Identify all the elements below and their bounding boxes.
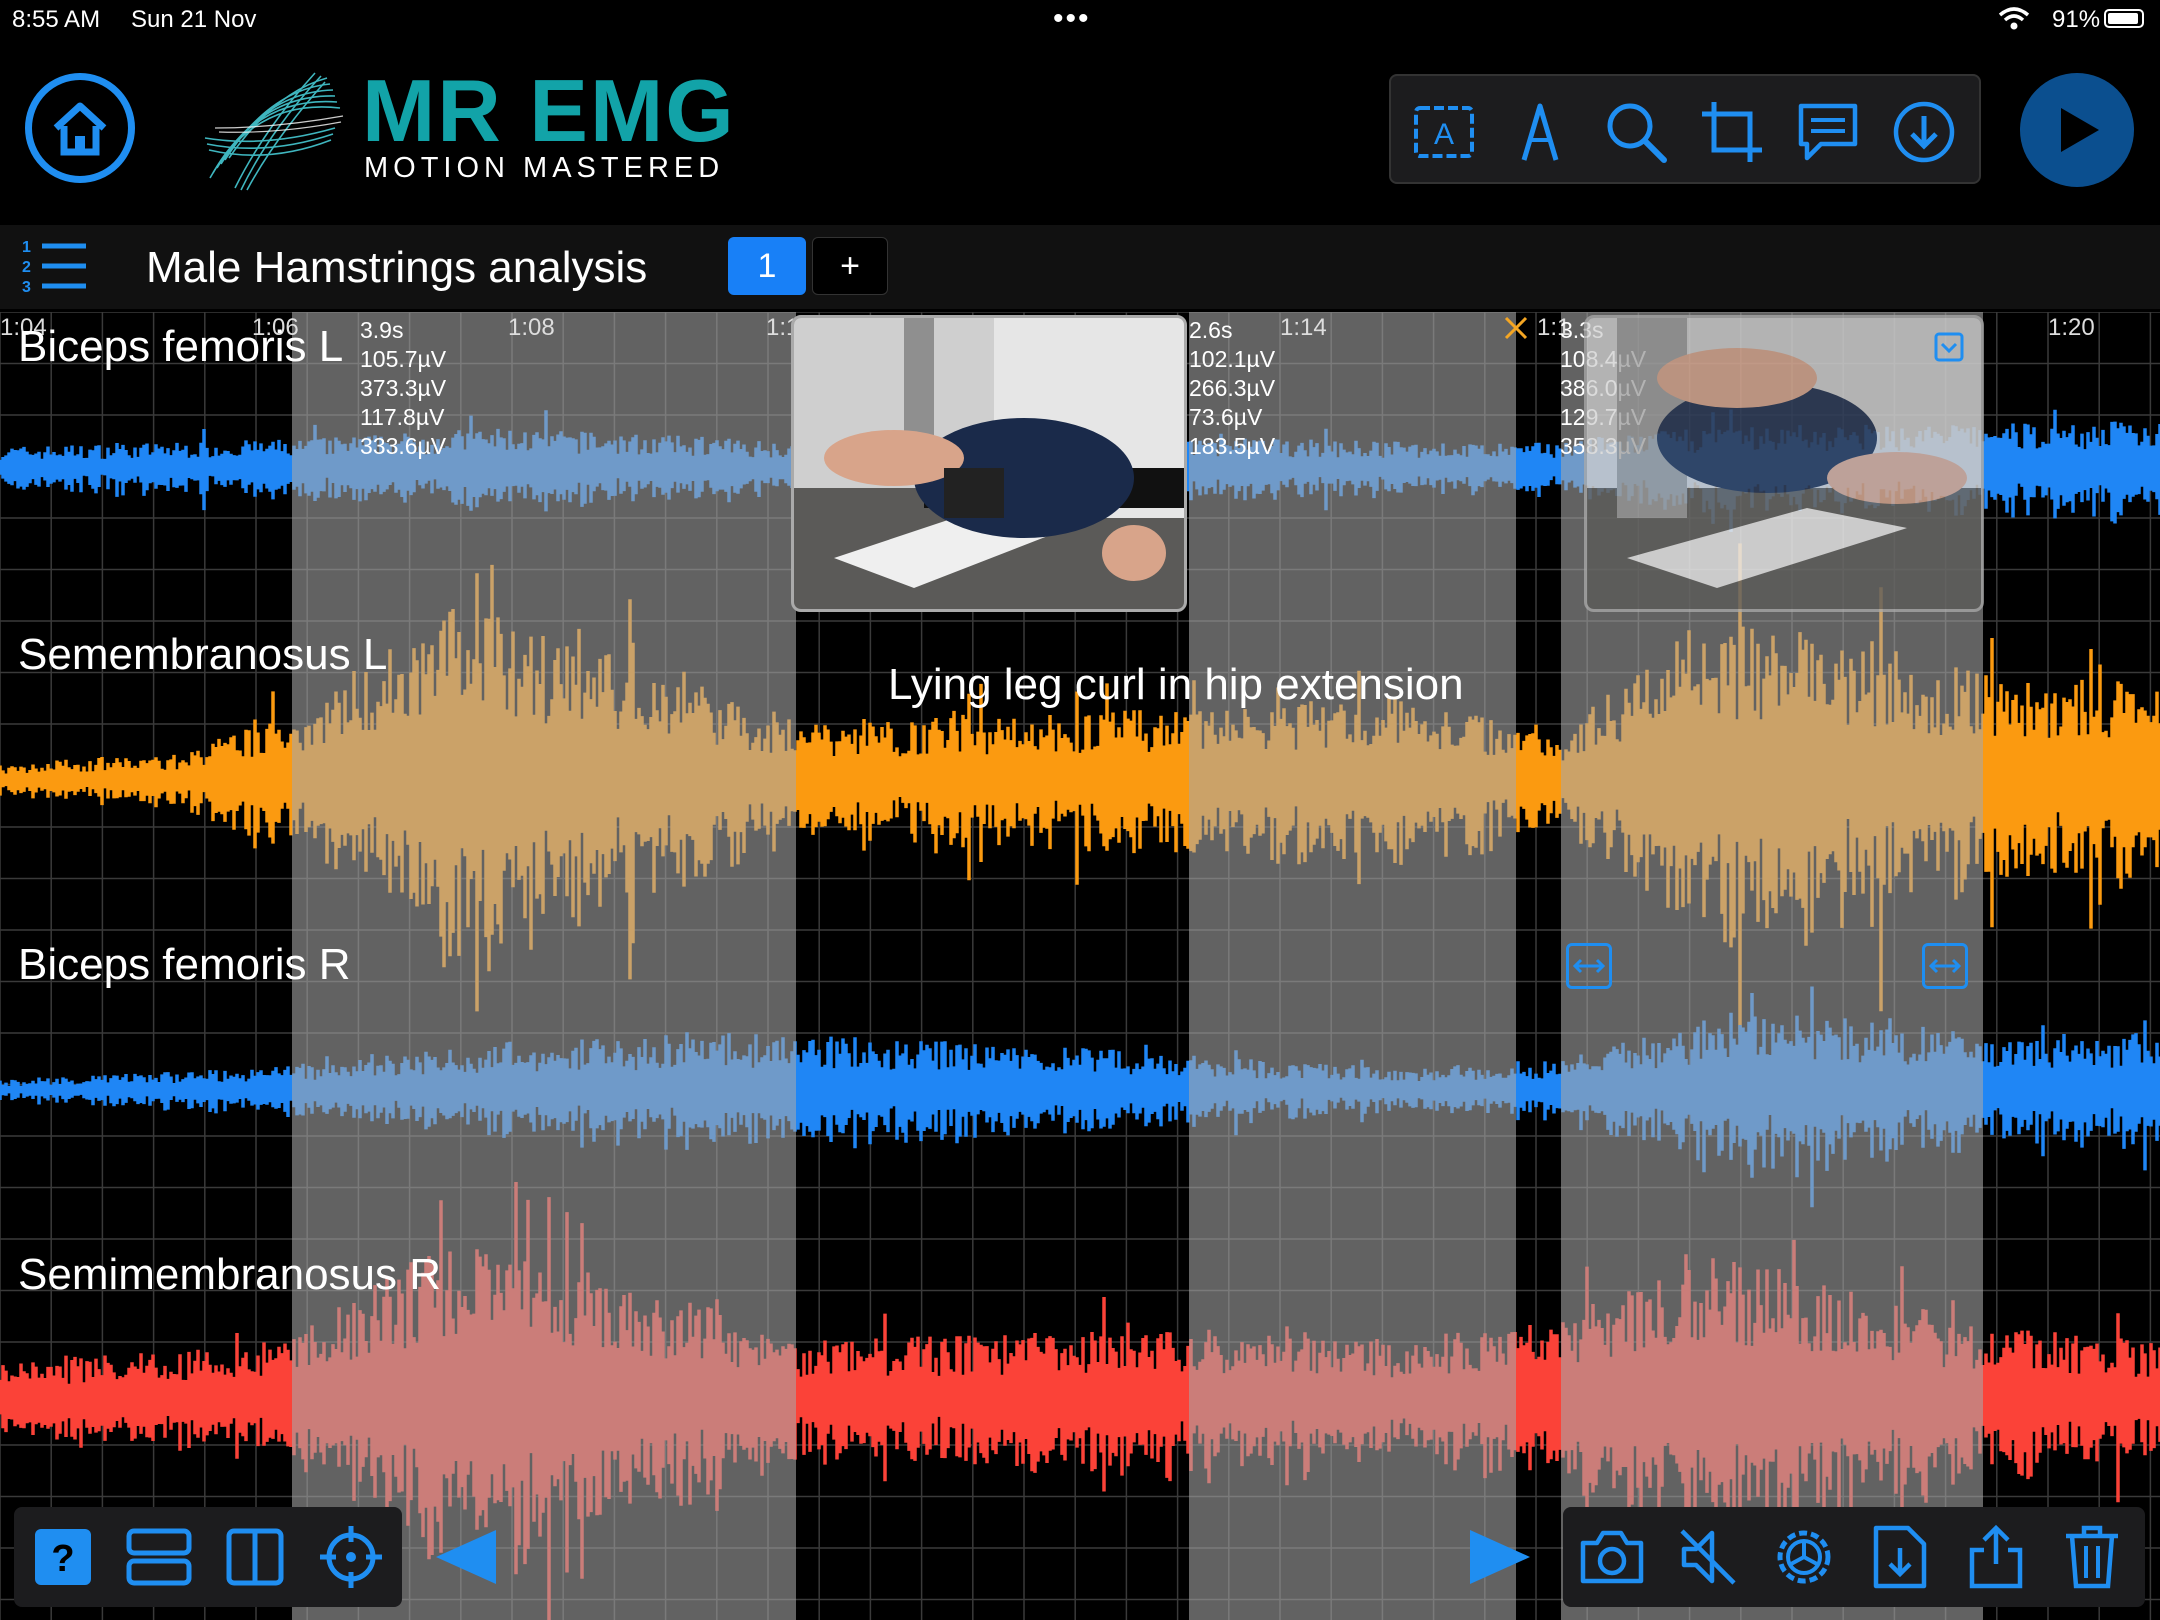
selection-value: 117.8µV [360,404,445,430]
selection-duration: 2.6s [1189,317,1233,343]
dropdown-toggle-icon[interactable] [1934,332,1964,362]
svg-text:A: A [1434,118,1454,151]
camera-icon[interactable] [1577,1522,1647,1592]
play-button[interactable] [2020,73,2134,187]
download-icon[interactable] [1889,97,1959,167]
selection-1-stats: 3.9s 105.7µV 373.3µV 117.8µV 333.6µV [360,316,446,461]
channel-label: Biceps femoris L [18,322,344,371]
previous-arrow-icon[interactable] [434,1528,498,1586]
logo-title: MR EMG [362,61,736,160]
logo-mark-icon [204,72,344,191]
share-icon[interactable] [1961,1522,2031,1592]
bottom-right-toolbar [1563,1507,2145,1607]
pen-icon[interactable] [1505,97,1575,167]
close-selection-icon[interactable] [1503,315,1529,341]
multitask-dots[interactable]: ••• [1053,2,1091,36]
selection-value: 105.7µV [360,346,447,372]
status-date: Sun 21 Nov [131,6,257,33]
home-icon [53,102,107,156]
text-box-icon[interactable]: A [1409,97,1479,167]
selection-duration: 3.9s [360,317,404,343]
wifi-icon [1998,6,2030,39]
settings-icon[interactable] [1769,1522,1839,1592]
rows-layout-icon[interactable] [124,1522,194,1592]
selection-value: 183.5µV [1189,433,1276,459]
selection-region-1 [292,312,796,1620]
analysis-title[interactable]: Male Hamstrings analysis [146,243,647,293]
expand-right-icon[interactable] [1922,943,1968,989]
add-page-button[interactable]: + [812,237,888,295]
battery-icon [2104,9,2144,28]
help-icon[interactable]: ? [28,1522,98,1592]
video-thumbnail[interactable] [1584,315,1984,612]
home-button[interactable] [25,73,135,183]
video-thumbnail[interactable] [791,315,1187,612]
next-arrow-icon[interactable] [1468,1528,1532,1586]
bottom-left-toolbar: ? [14,1507,402,1607]
selection-region-2 [1189,312,1516,1620]
mute-icon[interactable] [1673,1522,1743,1592]
channel-label: Semimembranosus R [18,1250,442,1299]
expand-left-icon[interactable] [1566,943,1612,989]
search-icon[interactable] [1601,97,1671,167]
selection-value: 373.3µV [360,375,447,401]
columns-layout-icon[interactable] [220,1522,290,1592]
selection-2-stats: 2.6s 102.1µV 266.3µV 73.6µV 183.5µV [1189,316,1275,461]
svg-text:3: 3 [22,279,31,296]
selection-value: 266.3µV [1189,375,1276,401]
exercise-photo [794,318,1184,609]
svg-text:2: 2 [22,259,31,276]
exercise-photo [1587,318,1981,609]
svg-text:?: ? [51,1538,74,1580]
selection-value: 333.6µV [360,433,447,459]
battery-percent: 91% [2052,6,2101,33]
target-icon[interactable] [316,1522,386,1592]
status-time: 8:55 AM [12,6,101,33]
comment-icon[interactable] [1793,97,1863,167]
status-bar: 8:55 AM Sun 21 Nov ••• 91% [0,0,2160,40]
channel-label: Biceps femoris R [18,940,351,989]
selection-value: 73.6µV [1189,404,1263,430]
annotation-caption[interactable]: Lying leg curl in hip extension [888,660,1464,710]
import-file-icon[interactable] [1865,1522,1935,1592]
trash-icon[interactable] [2057,1522,2127,1592]
time-tick: 1:08 [508,314,555,341]
logo-tagline: MOTION MASTERED [364,152,725,184]
time-tick: 1:14 [1280,314,1327,341]
page-tab-1[interactable]: 1 [728,237,806,295]
channel-label: Semembranosus L [18,630,388,679]
svg-text:1: 1 [22,239,31,256]
numbered-list-icon[interactable]: 1 2 3 [20,236,90,296]
selection-value: 102.1µV [1189,346,1276,372]
crop-icon[interactable] [1697,97,1767,167]
play-icon [2061,108,2099,152]
annotation-toolbar: A [1389,74,1981,184]
time-tick: 1:20 [2048,314,2095,341]
